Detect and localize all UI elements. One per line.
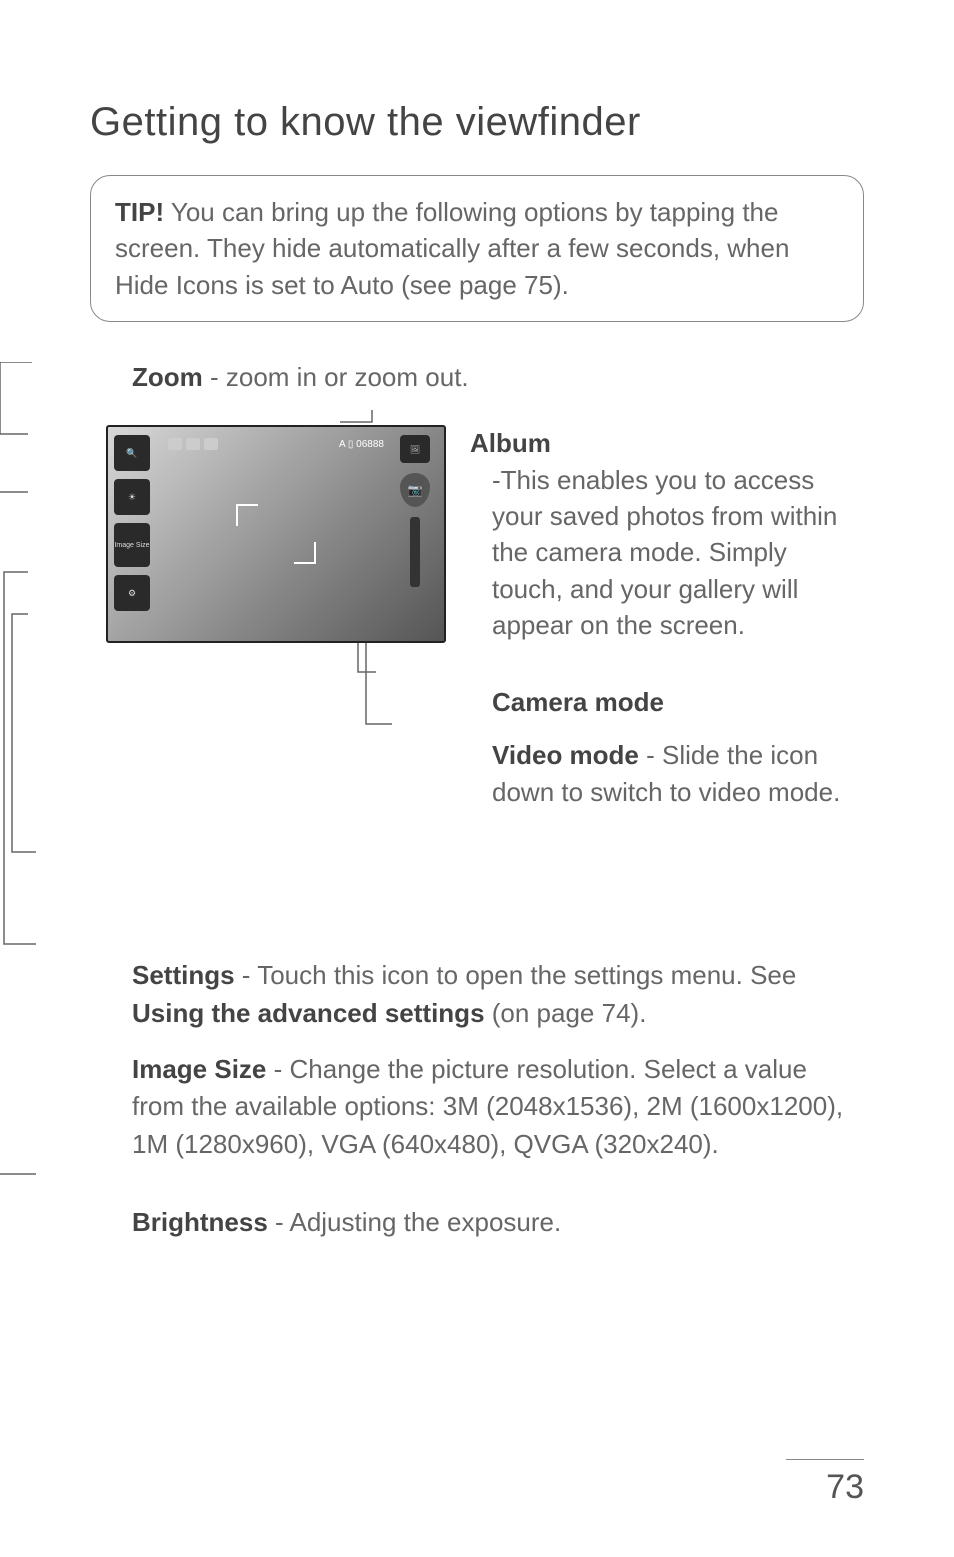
video-mode-label: Video mode — [492, 740, 639, 770]
flash-icon — [186, 438, 200, 450]
settings-callout: Settings - Touch this icon to open the s… — [132, 957, 864, 1032]
album-icon[interactable]: 🖼 — [400, 435, 430, 463]
image-size-callout: Image Size - Change the picture resoluti… — [132, 1051, 864, 1164]
diagram-area: A ▯ 06888 🔍 ☀ Image Size ⚙ 🖼 📷 Album -Th… — [90, 407, 864, 947]
zoom-desc: - zoom in or zoom out. — [203, 362, 469, 392]
tip-text: You can bring up the following options b… — [115, 197, 789, 300]
camera-mode-label: Camera mode — [492, 687, 664, 717]
settings-desc-post: (on page 74). — [485, 998, 647, 1028]
mode-slider[interactable] — [410, 517, 420, 587]
brightness-label: Brightness — [132, 1207, 268, 1237]
focus-brackets — [236, 504, 316, 564]
settings-desc-pre: - Touch this icon to open the settings m… — [235, 960, 797, 990]
brightness-icon[interactable]: ☀ — [114, 479, 150, 515]
video-mode-callout: Video mode - Slide the icon down to swit… — [470, 737, 870, 810]
zoom-icon[interactable]: 🔍 — [114, 435, 150, 471]
photo-counter: A ▯ 06888 — [339, 439, 384, 450]
page-title: Getting to know the viewfinder — [90, 100, 864, 145]
zoom-callout: Zoom - zoom in or zoom out. — [132, 362, 864, 393]
viewfinder-preview: A ▯ 06888 🔍 ☀ Image Size ⚙ 🖼 📷 — [106, 425, 446, 643]
album-callout: Album -This enables you to access your s… — [470, 425, 860, 643]
tip-label: TIP! — [115, 197, 164, 227]
camera-mode-callout: Camera mode — [470, 687, 664, 718]
viewfinder-top-bar: A ▯ 06888 — [168, 435, 384, 453]
brightness-desc: - Adjusting the exposure. — [268, 1207, 561, 1237]
camera-mode-icon[interactable]: 📷 — [400, 473, 430, 507]
brightness-callout: Brightness - Adjusting the exposure. — [132, 1204, 864, 1242]
image-size-icon[interactable]: Image Size — [114, 523, 150, 567]
album-desc: -This enables you to access your saved p… — [470, 462, 860, 644]
tip-box: TIP! You can bring up the following opti… — [90, 175, 864, 322]
page-number: 73 — [786, 1459, 864, 1507]
settings-label: Settings — [132, 960, 235, 990]
settings-icon[interactable]: ⚙ — [114, 575, 150, 611]
zoom-label: Zoom — [132, 362, 203, 392]
album-label: Album — [470, 428, 551, 458]
battery-icon — [168, 438, 182, 450]
settings-link: Using the advanced settings — [132, 998, 485, 1028]
timer-icon — [204, 438, 218, 450]
image-size-label: Image Size — [132, 1054, 266, 1084]
